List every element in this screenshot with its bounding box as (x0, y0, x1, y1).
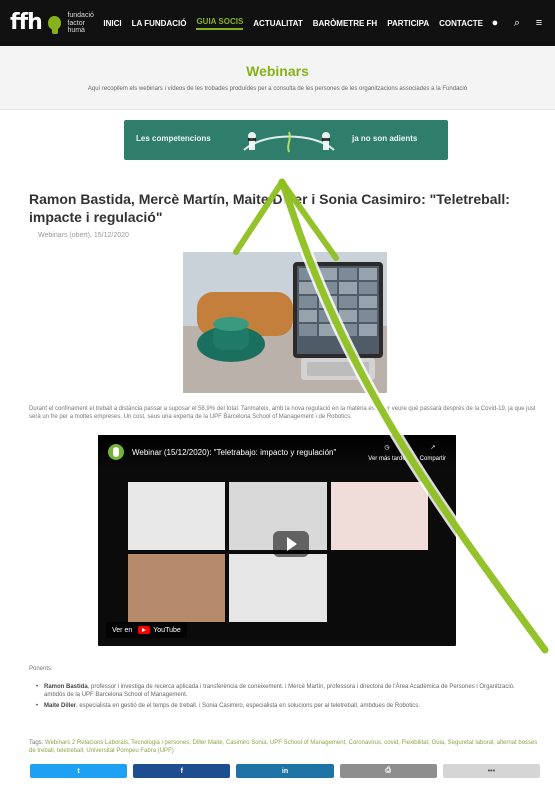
nav-item-inici[interactable]: INICI (103, 19, 121, 28)
nav-item-actualitat[interactable]: ACTUALITAT (253, 19, 302, 28)
video-header: Webinar (15/12/2020): "Teletrabajo: impa… (98, 435, 456, 469)
logo-text: ffh (10, 10, 43, 35)
participant-tile (128, 554, 226, 622)
logo-subline-2: factor humà (67, 20, 85, 34)
annotation-arrow (233, 176, 551, 656)
tags: Tags: Webinars 2 Relacions Laborals, Tec… (29, 739, 539, 755)
share-icon: ↗ (430, 445, 436, 451)
article-image-illustration (183, 252, 387, 393)
channel-avatar-icon[interactable] (108, 444, 124, 460)
participant-tile (330, 482, 428, 550)
site-logo[interactable]: ffh fundació factor humà (10, 12, 103, 34)
facebook-icon: f (180, 767, 183, 775)
nav-item-barometre-fh[interactable]: BARÒMETRE FH (313, 19, 377, 28)
youtube-wordmark: YouTube (153, 626, 181, 634)
speakers-list: Ramon Bastida, professor i investiga de … (36, 683, 536, 713)
nav-item-la-fundacio[interactable]: LA FUNDACIÓ (132, 19, 187, 28)
video-title[interactable]: Webinar (15/12/2020): "Teletrabajo: impa… (132, 448, 336, 457)
promo-banner[interactable]: Les competencions ja no son adients (124, 120, 448, 160)
video-actions: ◷ Ver más tarde ↗ Compartir (368, 442, 446, 462)
print-button[interactable]: ⎙ (339, 764, 437, 778)
page-subtitle: Aquí recopilem els webinars i vídeos de … (87, 86, 468, 92)
article-image (183, 252, 387, 393)
page-title: Webinars (246, 63, 309, 79)
banner-figure-right (322, 132, 330, 150)
watch-later-button[interactable]: ◷ Ver más tarde (368, 442, 405, 462)
print-icon: ⎙ (385, 767, 392, 774)
top-navigation: ffh fundació factor humà INICI LA FUNDAC… (0, 0, 555, 46)
twitter-icon: t (77, 767, 80, 775)
article-title: Ramon Bastida, Mercè Martín, Maite Dille… (29, 191, 510, 225)
play-button[interactable] (273, 531, 309, 557)
logo-subline-1: fundació (67, 12, 94, 19)
embedded-video[interactable]: Webinar (15/12/2020): "Teletrabajo: impa… (98, 435, 456, 646)
banner-illustration (243, 131, 335, 153)
more-icon: ••• (487, 767, 496, 775)
watch-later-label: Ver más tarde (368, 456, 406, 462)
speaker-item: Maite Diller, especialista en gestió de … (36, 702, 536, 710)
share-twitter-button[interactable]: t (30, 764, 128, 778)
youtube-logo: YouTube (138, 626, 181, 634)
user-icon[interactable]: ● (489, 17, 501, 29)
nav-icons: ● ⌕ ≡ (489, 17, 545, 29)
tags-label: Tags: (29, 740, 44, 746)
linkedin-icon: in (281, 767, 289, 775)
nav-item-guia-socis[interactable]: GUIA SOCIS (196, 17, 244, 30)
menu-icon[interactable]: ≡ (533, 17, 545, 29)
speaker-name: Ramon Bastida (44, 684, 88, 690)
banner-right-text: ja no son adients (352, 134, 418, 143)
banner-left-text: Les competencions (136, 134, 211, 143)
youtube-icon (138, 626, 151, 634)
speakers-label: Ponents: (29, 666, 53, 672)
lightbulb-icon (47, 16, 62, 34)
page-hero: Webinars Aquí recopilem els webinars i v… (0, 46, 555, 110)
participant-tile (330, 554, 428, 622)
banner-figure-left (248, 132, 256, 150)
watch-on-label: Ver en (112, 626, 133, 634)
share-video-button[interactable]: ↗ Compartir (420, 442, 446, 462)
nav-menu: INICI LA FUNDACIÓ GUIA SOCIS ACTUALITAT … (103, 17, 483, 30)
tags-text[interactable]: Webinars 2 Relacions Laborals, Tecnologi… (29, 740, 537, 754)
speaker-name: Maite Diller (44, 703, 77, 709)
share-facebook-button[interactable]: f (133, 764, 231, 778)
speaker-text: , professor i investiga de recerca aplic… (44, 684, 515, 698)
share-linkedin-button[interactable]: in (236, 764, 334, 778)
watch-on-youtube[interactable]: Ver en YouTube (106, 622, 187, 638)
participant-tile (229, 554, 327, 622)
clock-icon: ◷ (384, 445, 390, 451)
article-paragraph: Durant el confinament el treball a distà… (29, 406, 536, 420)
logo-sublines: fundació factor humà (67, 12, 103, 34)
banner-plant (287, 131, 291, 153)
more-share-button[interactable]: ••• (442, 764, 541, 778)
share-bar: t f in ⎙ ••• (30, 764, 541, 778)
share-label: Compartir (419, 456, 446, 462)
nav-item-contacte[interactable]: CONTACTE (439, 19, 483, 28)
participant-tile (128, 482, 226, 550)
article-meta: Webinars (obert), 15/12/2020 (38, 232, 129, 239)
nav-item-participa[interactable]: PARTICIPA (387, 19, 429, 28)
speaker-text: , especialista en gestió de el temps de … (76, 703, 420, 709)
search-icon[interactable]: ⌕ (511, 17, 523, 29)
speaker-item: Ramon Bastida, professor i investiga de … (36, 683, 536, 699)
